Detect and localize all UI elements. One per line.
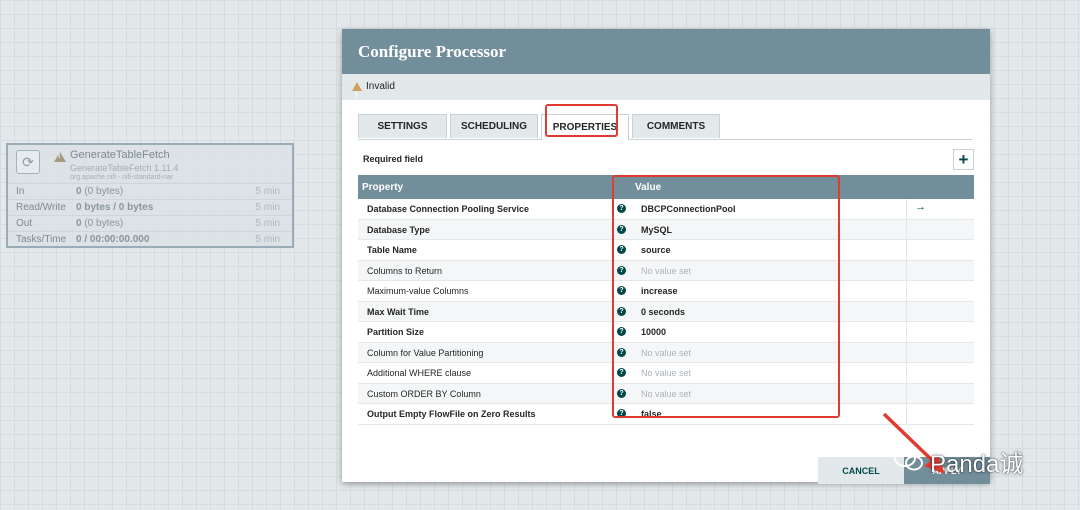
watermark-text: Panda诚 <box>930 451 1024 478</box>
tab-scheduling[interactable]: SCHEDULING <box>450 114 538 138</box>
stat-time: 5 min <box>255 218 280 229</box>
value-column-highlight-box <box>612 175 840 418</box>
stat-label: Out <box>16 218 33 229</box>
warning-icon <box>352 82 362 109</box>
column-divider <box>906 383 907 403</box>
stat-row-tasks-time: Tasks/Time 0 / 00:00:00.000 5 min <box>8 231 292 247</box>
stat-row-in: In 0 (0 bytes) 5 min <box>8 183 292 199</box>
tab-bar: SETTINGS SCHEDULING PROPERTIES COMMENTS <box>358 114 972 140</box>
property-name: Partition Size <box>367 327 425 337</box>
processor-icon: ⟳ <box>16 150 40 174</box>
column-divider <box>906 260 907 280</box>
go-to-service-icon[interactable]: → <box>915 201 926 213</box>
stat-row-out: Out 0 (0 bytes) 5 min <box>8 215 292 231</box>
stat-row-read-write: Read/Write 0 bytes / 0 bytes 5 min <box>8 199 292 215</box>
column-divider <box>906 322 907 342</box>
property-name: Table Name <box>367 245 417 255</box>
stat-time: 5 min <box>255 186 280 197</box>
processor-name: GenerateTableFetch <box>70 149 170 161</box>
validation-status: Invalid <box>366 81 395 92</box>
stat-time: 5 min <box>255 202 280 213</box>
column-divider <box>906 342 907 362</box>
required-field-legend: Required field <box>363 154 424 164</box>
property-name: Database Connection Pooling Service <box>367 204 530 214</box>
stat-label: Read/Write <box>16 202 66 213</box>
property-name: Database Type <box>367 224 430 235</box>
warning-icon <box>54 152 66 162</box>
configure-processor-dialog: Configure Processor Invalid SETTINGS SCH… <box>342 29 990 484</box>
property-name: Additional WHERE clause <box>367 368 472 378</box>
processor-node[interactable]: ⟳ GenerateTableFetch GenerateTableFetch … <box>6 143 294 248</box>
chat-logo-icon <box>894 449 923 471</box>
stat-value: 0 bytes / 0 bytes <box>76 202 154 213</box>
dialog-title: Configure Processor <box>342 29 990 74</box>
stat-value: 0 (0 bytes) <box>76 186 124 197</box>
processor-bundle: org.apache.nifi - nifi-standard-nar <box>70 174 174 181</box>
validation-status-bar: Invalid <box>342 74 990 109</box>
column-divider <box>906 363 907 383</box>
property-name: Column for Value Partitioning <box>367 347 484 358</box>
property-name: Columns to Return <box>367 265 443 276</box>
column-divider <box>906 301 907 321</box>
stat-time: 5 min <box>255 234 280 245</box>
column-divider <box>906 219 907 239</box>
properties-tab-highlight-box <box>545 104 618 137</box>
stat-value: 0 (0 bytes) <box>76 218 124 229</box>
stat-label: Tasks/Time <box>16 234 67 245</box>
column-divider <box>906 240 907 260</box>
add-property-button[interactable]: + <box>953 149 974 170</box>
cancel-button[interactable]: CANCEL <box>818 457 904 484</box>
property-name: Max Wait Time <box>367 306 430 317</box>
column-divider <box>906 281 907 301</box>
property-name: Output Empty FlowFile on Zero Results <box>367 409 536 419</box>
column-divider <box>906 404 907 424</box>
tab-settings[interactable]: SETTINGS <box>358 114 447 138</box>
stat-label: In <box>16 186 25 197</box>
processor-version: GenerateTableFetch 1.11.4 <box>70 163 179 173</box>
property-name: Maximum-value Columns <box>367 286 469 296</box>
property-name: Custom ORDER BY Column <box>367 388 481 399</box>
tab-comments[interactable]: COMMENTS <box>632 114 720 138</box>
property-column-header: Property <box>362 182 404 193</box>
column-divider <box>906 199 907 219</box>
stat-value: 0 / 00:00:00.000 <box>76 234 150 245</box>
